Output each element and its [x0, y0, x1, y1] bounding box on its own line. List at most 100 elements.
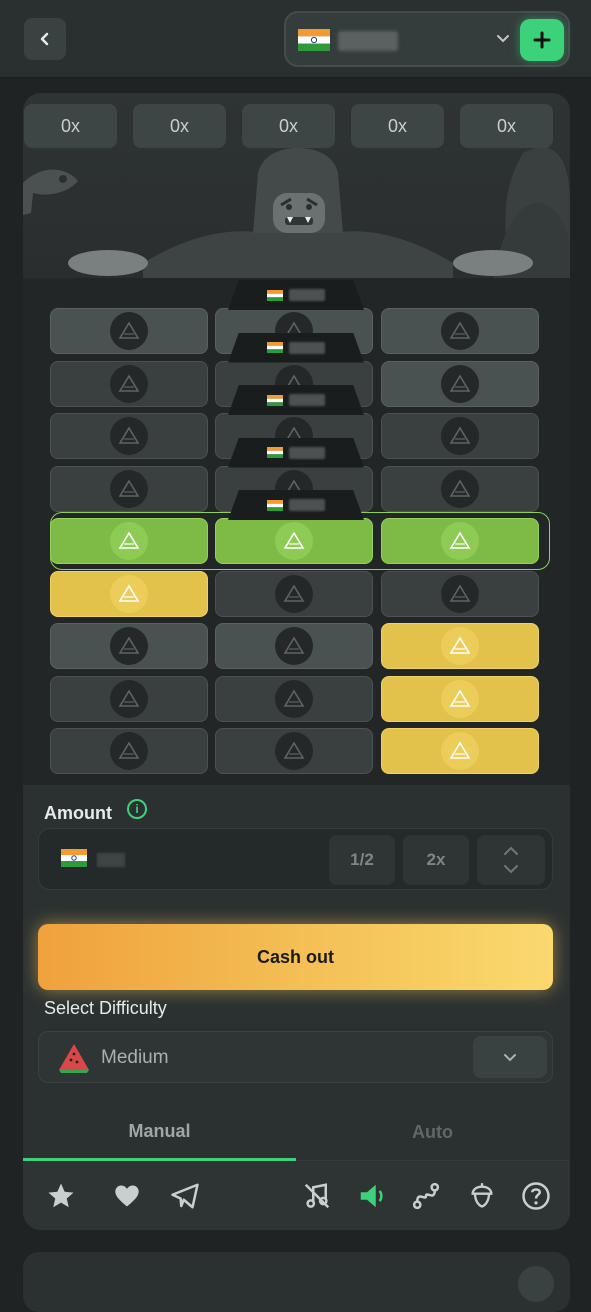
sound-toggle[interactable]: [356, 1180, 388, 1212]
multiplier-row: 0x 0x 0x 0x 0x: [23, 104, 570, 148]
top-bar: [0, 0, 591, 78]
footer-toolbar: [23, 1162, 570, 1230]
wallet-selector[interactable]: [284, 11, 570, 67]
plus-icon: [533, 31, 551, 49]
sound-icon: [360, 1184, 383, 1208]
tile-dim[interactable]: [381, 413, 539, 459]
tile-dim[interactable]: [50, 360, 208, 407]
watermelon-icon: [110, 417, 148, 455]
back-button[interactable]: [24, 18, 66, 60]
chevron-left-icon: [40, 32, 49, 46]
india-flag-icon: [267, 499, 283, 511]
tile-dim[interactable]: [381, 570, 539, 617]
player-marker: [228, 490, 364, 520]
multiplier-cell: 0x: [24, 104, 117, 148]
game-card: 0x 0x 0x 0x 0x Amount i 1/2 2x Cash out …: [23, 93, 570, 1230]
acorn-button[interactable]: [466, 1180, 498, 1212]
tile-gold[interactable]: [50, 570, 208, 617]
cash-out-button[interactable]: Cash out: [38, 924, 553, 990]
jungle-scene: 0x 0x 0x 0x 0x: [23, 93, 570, 278]
watermelon-icon: [59, 1044, 89, 1073]
telegram-icon: [171, 1183, 199, 1209]
player-marker: [228, 332, 364, 363]
chevron-down-icon: [504, 1054, 516, 1062]
half-button[interactable]: 1/2: [329, 835, 395, 885]
tile-default[interactable]: [381, 360, 539, 407]
favorite-button[interactable]: [45, 1180, 77, 1212]
tile-dim[interactable]: [50, 465, 208, 512]
multiplier-cell: 0x: [460, 104, 553, 148]
double-button[interactable]: 2x: [403, 835, 469, 885]
watermelon-icon: [110, 364, 148, 403]
watermelon-icon: [441, 679, 479, 718]
tile-default[interactable]: [215, 623, 373, 669]
watermelon-icon: [275, 574, 313, 613]
india-flag-icon: [267, 447, 283, 458]
difficulty-label: Select Difficulty: [44, 998, 167, 1018]
chevron-down-icon[interactable]: [494, 29, 512, 47]
india-flag-icon: [298, 29, 330, 51]
music-toggle[interactable]: [301, 1180, 333, 1212]
tile-default[interactable]: [50, 308, 208, 354]
tile-board: [23, 278, 570, 785]
watermelon-icon: [275, 732, 313, 770]
stepper-button[interactable]: [477, 835, 545, 885]
watermelon-icon: [441, 417, 479, 455]
heart-icon: [115, 1185, 139, 1207]
india-flag-icon: [267, 289, 283, 301]
telegram-button[interactable]: [169, 1180, 201, 1212]
tile-default[interactable]: [381, 308, 539, 354]
watermelon-icon: [275, 627, 313, 665]
tab-auto[interactable]: Auto: [296, 1105, 569, 1161]
music-off-icon: [304, 1183, 330, 1209]
tile-dim[interactable]: [50, 675, 208, 722]
like-button[interactable]: [111, 1180, 143, 1212]
star-icon: [48, 1183, 74, 1208]
acorn-icon: [471, 1183, 493, 1208]
watermelon-icon: [110, 574, 148, 613]
provably-fair-button[interactable]: [410, 1180, 442, 1212]
tile-default[interactable]: [50, 623, 208, 669]
tile-gold[interactable]: [381, 728, 539, 774]
tile-dim[interactable]: [381, 465, 539, 512]
player-marker: [228, 280, 364, 310]
watermelon-icon: [441, 364, 479, 403]
difficulty-dropdown-button[interactable]: [473, 1036, 547, 1078]
watermelon-icon: [110, 312, 148, 350]
game-area: 0x 0x 0x 0x 0x: [23, 93, 570, 785]
player-marker: [228, 385, 364, 415]
multiplier-cell: 0x: [351, 104, 444, 148]
watermelon-icon: [441, 627, 479, 665]
route-icon: [412, 1182, 440, 1210]
next-section-button[interactable]: [518, 1266, 554, 1302]
tile-dim[interactable]: [50, 413, 208, 459]
tile-dim[interactable]: [215, 675, 373, 722]
tile-dim[interactable]: [215, 728, 373, 774]
watermelon-icon: [110, 627, 148, 665]
amount-input[interactable]: 1/2 2x: [38, 828, 553, 890]
help-icon: [522, 1182, 550, 1210]
mode-tabs: Manual Auto: [23, 1105, 570, 1161]
next-section-card: [23, 1252, 570, 1312]
current-row-highlight: [50, 512, 550, 570]
balance-value: [338, 31, 398, 51]
tile-gold[interactable]: [381, 623, 539, 669]
watermelon-icon: [441, 574, 479, 613]
india-flag-icon: [61, 849, 87, 867]
tab-manual[interactable]: Manual: [23, 1105, 296, 1161]
tile-dim[interactable]: [50, 728, 208, 774]
info-icon[interactable]: i: [127, 799, 147, 819]
watermelon-icon: [110, 469, 148, 508]
india-flag-icon: [267, 342, 283, 353]
help-button[interactable]: [520, 1180, 552, 1212]
watermelon-icon: [110, 679, 148, 718]
tile-gold[interactable]: [381, 675, 539, 722]
multiplier-cell: 0x: [133, 104, 226, 148]
watermelon-icon: [441, 469, 479, 508]
difficulty-value: Medium: [101, 1047, 169, 1068]
deposit-button[interactable]: [520, 19, 564, 61]
difficulty-select[interactable]: Medium: [38, 1031, 553, 1083]
tile-dim[interactable]: [215, 570, 373, 617]
amount-value: [97, 853, 125, 867]
india-flag-icon: [267, 394, 283, 406]
